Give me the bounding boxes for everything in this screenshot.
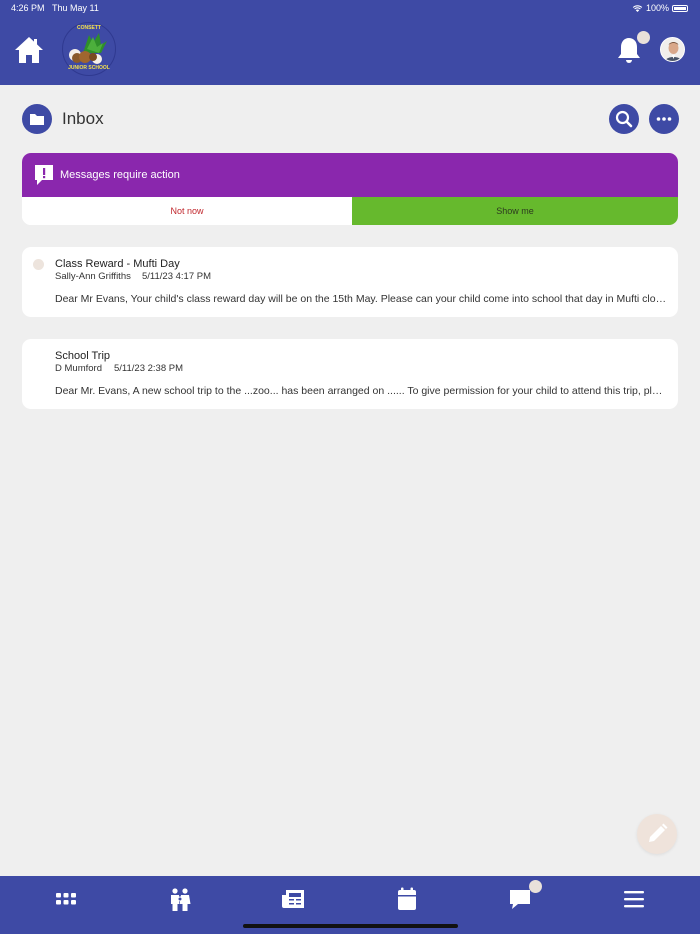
alert-message-icon [35, 165, 53, 185]
people-icon[interactable] [166, 886, 194, 912]
action-required-banner: Messages require action Not now Show me [22, 153, 678, 225]
folder-button[interactable] [22, 104, 52, 134]
unread-indicator [33, 259, 44, 270]
apps-icon[interactable] [52, 886, 80, 912]
battery-percent: 100% [645, 3, 669, 13]
status-time: 4:26 PM [11, 3, 45, 13]
school-logo: CONSETT JUNIOR SCHOOL [62, 22, 116, 76]
status-indicators: 100% [632, 3, 688, 13]
wifi-icon [632, 5, 643, 12]
message-sender: Sally-Ann Griffiths [55, 271, 131, 282]
message-item[interactable]: School Trip D Mumford 5/11/23 2:38 PM De… [22, 339, 678, 409]
news-icon[interactable] [279, 886, 307, 912]
banner-header: Messages require action [22, 153, 678, 197]
app-header: 4:26 PM Thu May 11 100% CONSETT JUNIOR S… [0, 0, 700, 85]
folder-icon [30, 114, 44, 125]
avatar[interactable] [660, 37, 685, 62]
notification-badge [637, 31, 650, 44]
compose-button[interactable] [637, 814, 677, 854]
calendar-icon[interactable] [393, 886, 421, 912]
show-me-button[interactable]: Show me [352, 197, 678, 225]
message-preview: Dear Mr. Evans, A new school trip to the… [55, 385, 668, 397]
home-icon[interactable] [13, 35, 45, 65]
search-icon [615, 110, 633, 128]
message-sender: D Mumford [55, 363, 102, 374]
chat-badge [529, 880, 542, 893]
message-item[interactable]: Class Reward - Mufti Day Sally-Ann Griff… [22, 247, 678, 317]
logo-text-bottom: JUNIOR SCHOOL [68, 65, 110, 71]
message-subject: School Trip [55, 350, 111, 362]
battery-icon [672, 4, 688, 12]
user-photo [661, 38, 684, 61]
menu-icon[interactable] [620, 886, 648, 912]
not-now-button[interactable]: Not now [22, 197, 352, 225]
pencil-icon [649, 823, 668, 842]
message-date: 5/11/23 4:17 PM [142, 271, 212, 282]
home-indicator [243, 924, 458, 928]
more-icon [656, 117, 672, 121]
more-button[interactable] [649, 104, 679, 134]
page-title: Inbox [62, 109, 104, 128]
message-date: 5/11/23 2:38 PM [114, 363, 184, 374]
banner-text: Messages require action [60, 169, 180, 181]
message-subject: Class Reward - Mufti Day [55, 258, 180, 270]
status-bar: 4:26 PM Thu May 11 100% [0, 0, 700, 16]
status-date: Thu May 11 [52, 3, 99, 13]
search-button[interactable] [609, 104, 639, 134]
message-preview: Dear Mr Evans, Your child's class reward… [55, 293, 668, 305]
